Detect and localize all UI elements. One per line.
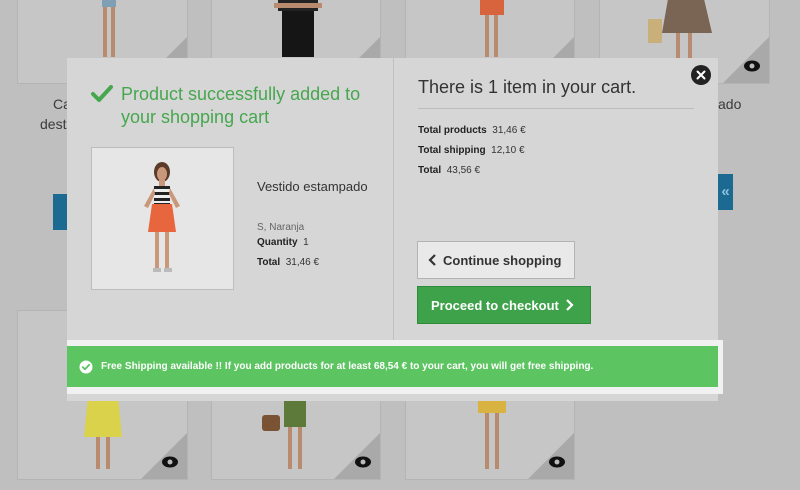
checkout-label: Proceed to checkout [431, 297, 559, 313]
quick-view-eye-icon[interactable] [548, 455, 566, 469]
add-to-cart-button[interactable] [53, 194, 67, 230]
total-shipping-label: Total shipping [418, 145, 486, 156]
product-model-image [102, 0, 116, 57]
check-circle-icon [79, 360, 93, 373]
cart-total-label: Total [418, 165, 442, 176]
quantity-value: 1 [303, 237, 309, 248]
quantity-label: Quantity [257, 237, 298, 248]
product-quantity: Quantity 1 [257, 237, 309, 248]
close-x-glyph [696, 70, 706, 80]
product-total-label: Total [257, 257, 281, 268]
chevron-right-icon [566, 299, 574, 311]
continue-shopping-label: Continue shopping [443, 252, 562, 268]
product-model-image [274, 0, 322, 57]
product-total-value: 31,46 € [285, 257, 320, 268]
product-model-image [262, 397, 306, 469]
add-to-cart-button[interactable]: « [718, 174, 733, 210]
continue-shopping-button[interactable]: Continue shopping [417, 241, 575, 279]
total-products: Total products 31,46 € [418, 125, 526, 136]
product-model-image [84, 397, 122, 469]
total-shipping-value: 12,10 € [491, 145, 525, 156]
product-thumbnail [91, 147, 234, 290]
product-name: Vestido estampado [257, 179, 368, 194]
product-model-image [478, 397, 506, 469]
product-attributes: S, Naranja [257, 222, 305, 233]
total-products-label: Total products [418, 125, 487, 136]
check-icon [91, 85, 113, 102]
total-shipping: Total shipping 12,10 € [418, 145, 525, 156]
proceed-to-checkout-button[interactable]: Proceed to checkout [417, 286, 591, 324]
cart-total: Total 43,56 € [418, 165, 480, 176]
product-model-image [144, 162, 180, 272]
quick-view-eye-icon[interactable] [161, 455, 179, 469]
free-shipping-banner: Free Shipping available !! If you add pr… [67, 346, 718, 387]
success-message: Product successfully added to your shopp… [91, 83, 381, 129]
product-total: Total 31,46 € [257, 257, 319, 268]
cart-summary-panel: There is 1 item in your cart. Total prod… [394, 58, 718, 340]
quick-view-eye-icon[interactable] [743, 59, 761, 73]
cart-title: There is 1 item in your cart. [418, 77, 694, 109]
success-text: Product successfully added to your shopp… [121, 84, 361, 127]
product-model-image [480, 0, 504, 57]
chevron-left-icon [428, 254, 436, 266]
close-icon[interactable] [691, 65, 711, 85]
cart-total-value: 43,56 € [446, 165, 481, 176]
free-shipping-text: Free Shipping available !! If you add pr… [101, 361, 594, 372]
product-caption: ado [718, 96, 742, 112]
quick-view-eye-icon[interactable] [354, 455, 372, 469]
total-products-value: 31,46 € [492, 125, 526, 136]
product-added-panel: Product successfully added to your shopp… [67, 58, 394, 340]
product-model-image [648, 0, 712, 59]
